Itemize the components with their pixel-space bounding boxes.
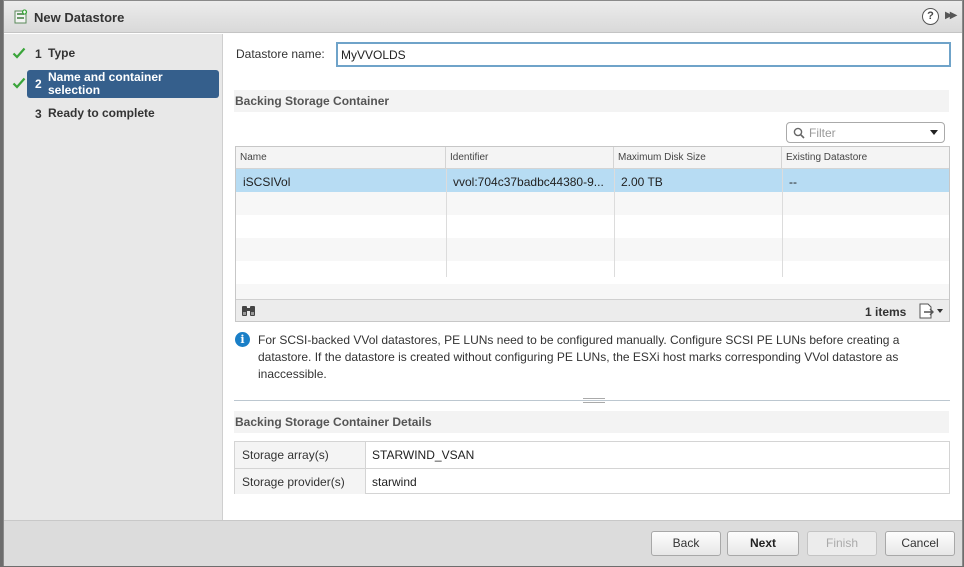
empty-row (236, 192, 949, 215)
wizard-step-pill: 2 Name and container selection (27, 70, 219, 98)
info-message: For SCSI-backed VVol datastores, PE LUNs… (258, 333, 900, 381)
storage-array-value: STARWIND_VSAN (372, 448, 475, 462)
table-row[interactable]: iSCSIVol vvol:704c37badbc44380-9... 2.00… (236, 169, 949, 192)
chevron-down-icon[interactable] (930, 130, 938, 135)
search-icon (793, 127, 805, 139)
column-header-name[interactable]: Name (236, 147, 446, 169)
cell-identifier: vvol:704c37badbc44380-9... (453, 175, 604, 189)
back-button[interactable]: Back (651, 531, 721, 556)
help-icon[interactable]: ? (922, 8, 939, 25)
wizard-step-name-container[interactable]: 2 Name and container selection (4, 70, 223, 98)
wizard-steps-pane: 1 Type 2 Name and container selection 3 … (4, 34, 223, 520)
step-label: Type (48, 46, 76, 60)
cell-max-disk-size: 2.00 TB (621, 175, 663, 189)
storage-container-grid: Name Identifier Maximum Disk Size Existi… (235, 146, 950, 322)
container-details-heading: Backing Storage Container Details (234, 411, 949, 433)
details-row: Storage array(s) STARWIND_VSAN (235, 442, 949, 468)
step-number: 2 (35, 77, 42, 91)
datastore-name-label: Datastore name: (236, 47, 325, 61)
grid-footer: 1 items (236, 299, 949, 321)
details-row: Storage provider(s) starwind (235, 468, 949, 494)
cell-name: iSCSIVol (243, 175, 291, 189)
wizard-step-pill: 1 Type (27, 40, 219, 68)
next-button[interactable]: Next (727, 531, 799, 556)
column-header-max-disk-size[interactable]: Maximum Disk Size (614, 147, 782, 169)
datastore-add-icon (14, 9, 28, 24)
check-icon (12, 77, 26, 89)
step-number: 1 (35, 47, 42, 61)
new-datastore-dialog: New Datastore ? ▶▶ 1 Type 2 Name and con… (3, 0, 963, 566)
export-icon[interactable] (919, 303, 945, 319)
column-header-identifier[interactable]: Identifier (446, 147, 614, 169)
storage-provider-label: Storage provider(s) (235, 469, 366, 494)
wizard-step-type[interactable]: 1 Type (4, 40, 223, 68)
empty-row (236, 215, 949, 238)
wizard-step-ready[interactable]: 3 Ready to complete (4, 100, 223, 128)
column-divider (446, 169, 447, 277)
step-label: Ready to complete (48, 106, 155, 120)
column-divider (782, 169, 783, 277)
storage-array-label: Storage array(s) (235, 442, 366, 468)
expand-icon[interactable]: ▶▶ (945, 10, 958, 21)
column-header-existing-datastore[interactable]: Existing Datastore (782, 147, 949, 169)
resize-grip[interactable] (583, 398, 605, 403)
filter-input[interactable]: Filter (786, 122, 945, 143)
dialog-button-bar: Back Next Finish Cancel (4, 520, 962, 566)
datastore-name-input[interactable] (336, 42, 951, 67)
check-icon (12, 47, 26, 59)
cell-existing-datastore: -- (789, 175, 797, 189)
column-divider (614, 169, 615, 277)
filter-placeholder: Filter (809, 126, 836, 140)
step-label: Name and container selection (48, 70, 163, 97)
items-count: 1 items (865, 305, 907, 319)
container-details-table: Storage array(s) STARWIND_VSAN Storage p… (234, 441, 950, 494)
binoculars-icon[interactable] (241, 305, 256, 317)
empty-row (236, 284, 949, 299)
backing-storage-container-heading: Backing Storage Container (234, 90, 949, 112)
step-number: 3 (35, 107, 42, 121)
dialog-titlebar: New Datastore ? ▶▶ (4, 1, 962, 33)
empty-row (236, 238, 949, 261)
grid-header: Name Identifier Maximum Disk Size Existi… (236, 147, 949, 169)
dialog-title: New Datastore (34, 10, 125, 25)
storage-provider-value: starwind (372, 475, 417, 489)
cancel-button[interactable]: Cancel (885, 531, 955, 556)
info-icon: i (235, 332, 250, 347)
finish-button: Finish (807, 531, 877, 556)
wizard-content-pane: Datastore name: Backing Storage Containe… (224, 34, 962, 520)
wizard-step-pill: 3 Ready to complete (27, 100, 219, 128)
empty-row (236, 261, 949, 284)
